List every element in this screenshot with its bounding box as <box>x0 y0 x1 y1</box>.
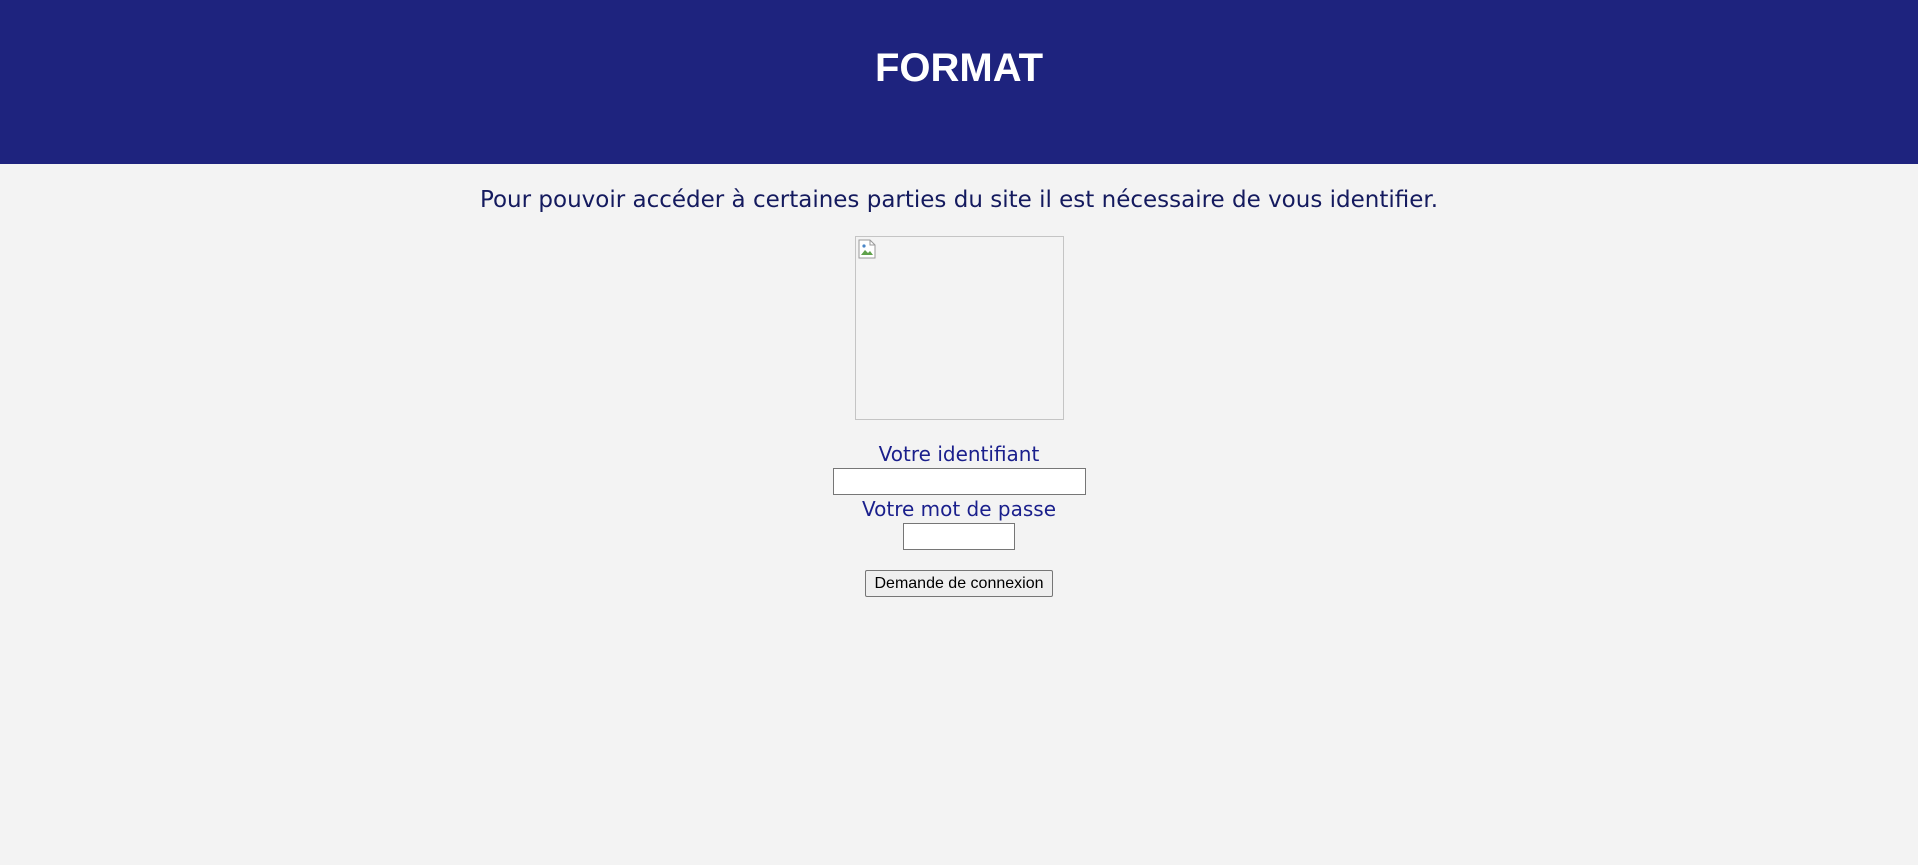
intro-text: Pour pouvoir accéder à certaines parties… <box>479 187 1439 213</box>
identifier-input[interactable] <box>832 468 1086 495</box>
connect-button[interactable]: Demande de connexion <box>865 570 1053 597</box>
page-header: FORMAT <box>0 0 1918 164</box>
logo-image <box>854 236 1064 420</box>
main-content: Pour pouvoir accéder à certaines parties… <box>0 164 1918 597</box>
broken-image-icon <box>858 239 875 259</box>
identifier-label: Votre identifiant <box>878 442 1040 466</box>
password-label: Votre mot de passe <box>861 497 1057 521</box>
password-input[interactable] <box>903 523 1015 550</box>
site-title: FORMAT <box>874 46 1044 90</box>
login-form: Votre identifiant Votre mot de passe Dem… <box>0 440 1918 597</box>
